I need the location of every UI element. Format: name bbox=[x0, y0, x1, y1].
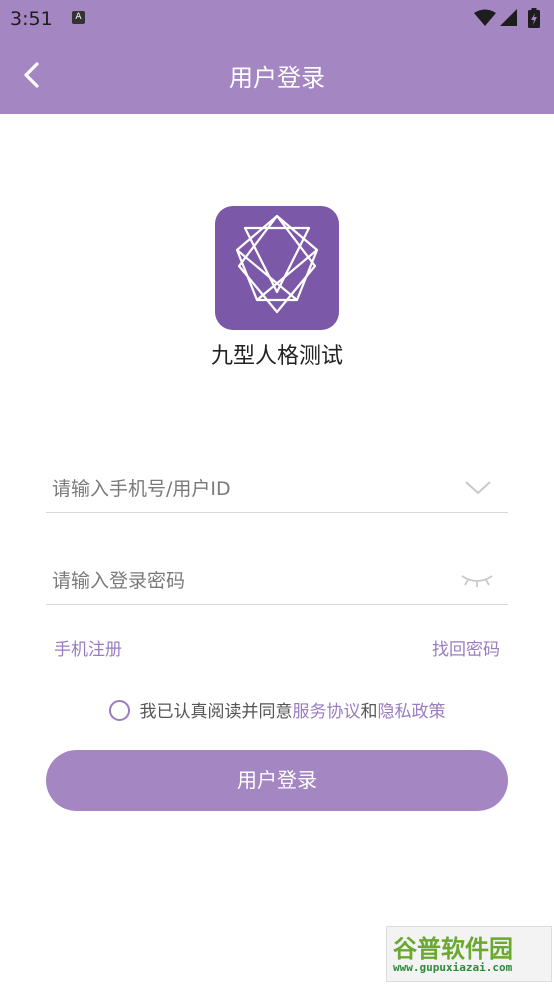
battery-icon bbox=[528, 8, 540, 28]
agreement-checkbox[interactable] bbox=[108, 700, 130, 721]
watermark: 谷普软件园 www.gupuxiazai.com bbox=[386, 926, 552, 982]
status-time: 3:51 bbox=[10, 8, 53, 30]
eye-closed-icon[interactable] bbox=[460, 572, 494, 588]
notification-icon: A bbox=[72, 11, 85, 24]
login-button[interactable]: 用户登录 bbox=[46, 750, 508, 811]
app-logo bbox=[215, 206, 339, 330]
forgot-password-link[interactable]: 找回密码 bbox=[432, 635, 500, 660]
status-bar: 3:51 A bbox=[0, 0, 554, 38]
phone-field bbox=[46, 466, 508, 513]
password-input[interactable] bbox=[52, 564, 442, 598]
page-title: 用户登录 bbox=[229, 64, 325, 92]
agreement-row: 我已认真阅读并同意服务协议和隐私政策 bbox=[0, 697, 554, 722]
agreement-and: 和 bbox=[360, 702, 378, 722]
password-field bbox=[46, 558, 508, 605]
wifi-icon bbox=[474, 9, 496, 26]
chevron-down-icon[interactable] bbox=[464, 480, 492, 496]
terms-link[interactable]: 服务协议 bbox=[293, 702, 361, 722]
signal-icon bbox=[500, 9, 517, 26]
watermark-url: www.gupuxiazai.com bbox=[393, 961, 513, 974]
enneagram-icon bbox=[235, 214, 319, 314]
phone-input[interactable] bbox=[52, 472, 442, 506]
register-link[interactable]: 手机注册 bbox=[54, 635, 122, 660]
agreement-text: 我已认真阅读并同意 bbox=[139, 702, 293, 722]
app-name: 九型人格测试 bbox=[210, 344, 343, 369]
privacy-link[interactable]: 隐私政策 bbox=[378, 702, 446, 722]
app-bar: 用户登录 bbox=[0, 38, 554, 114]
watermark-title: 谷普软件园 bbox=[393, 935, 513, 963]
